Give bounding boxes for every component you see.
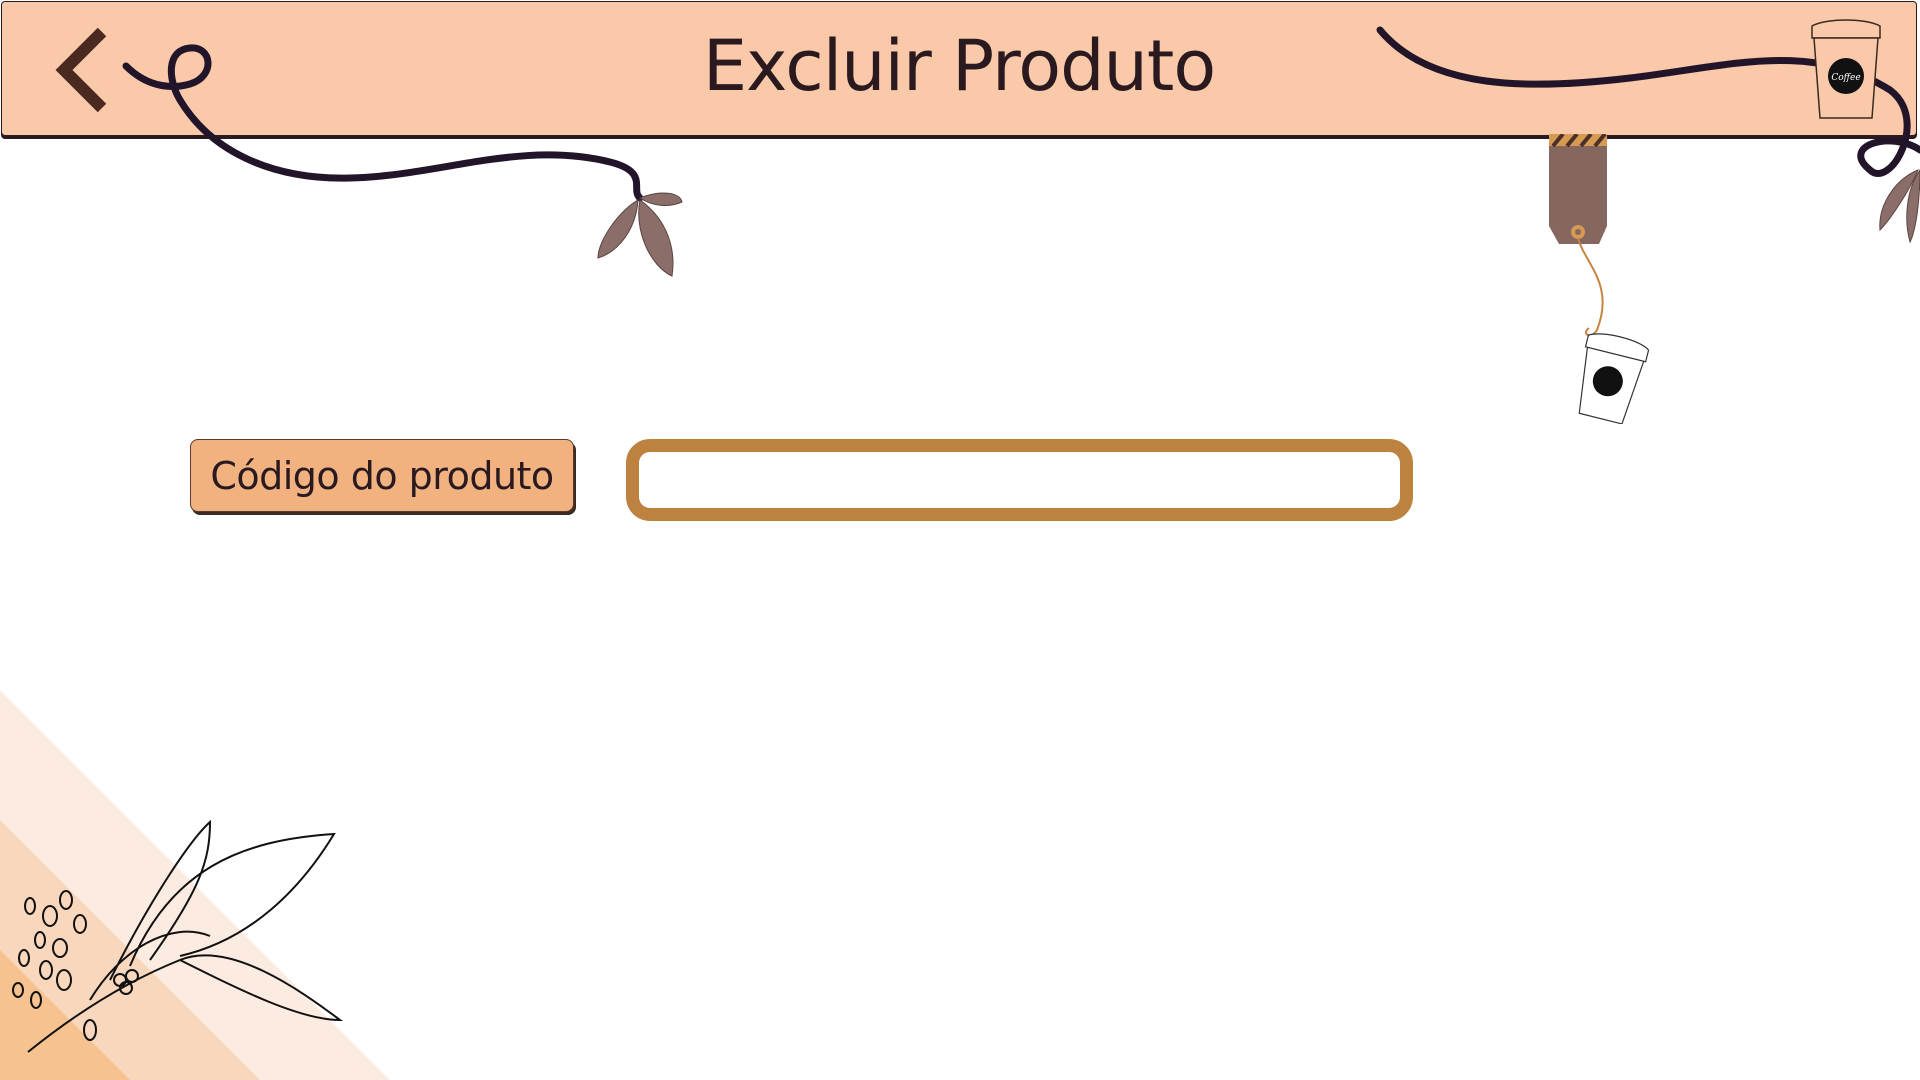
- leaf-cluster-left: [597, 192, 683, 277]
- hanging-tag-decoration: [1549, 134, 1650, 424]
- product-code-input[interactable]: [639, 452, 1400, 508]
- product-code-field[interactable]: [626, 439, 1413, 521]
- page-title: Excluir Produto: [702, 25, 1216, 107]
- header-bar: Excluir Produto: [1, 1, 1917, 136]
- coffee-branch-decoration: [0, 690, 390, 1080]
- product-code-label: Código do produto: [190, 439, 574, 512]
